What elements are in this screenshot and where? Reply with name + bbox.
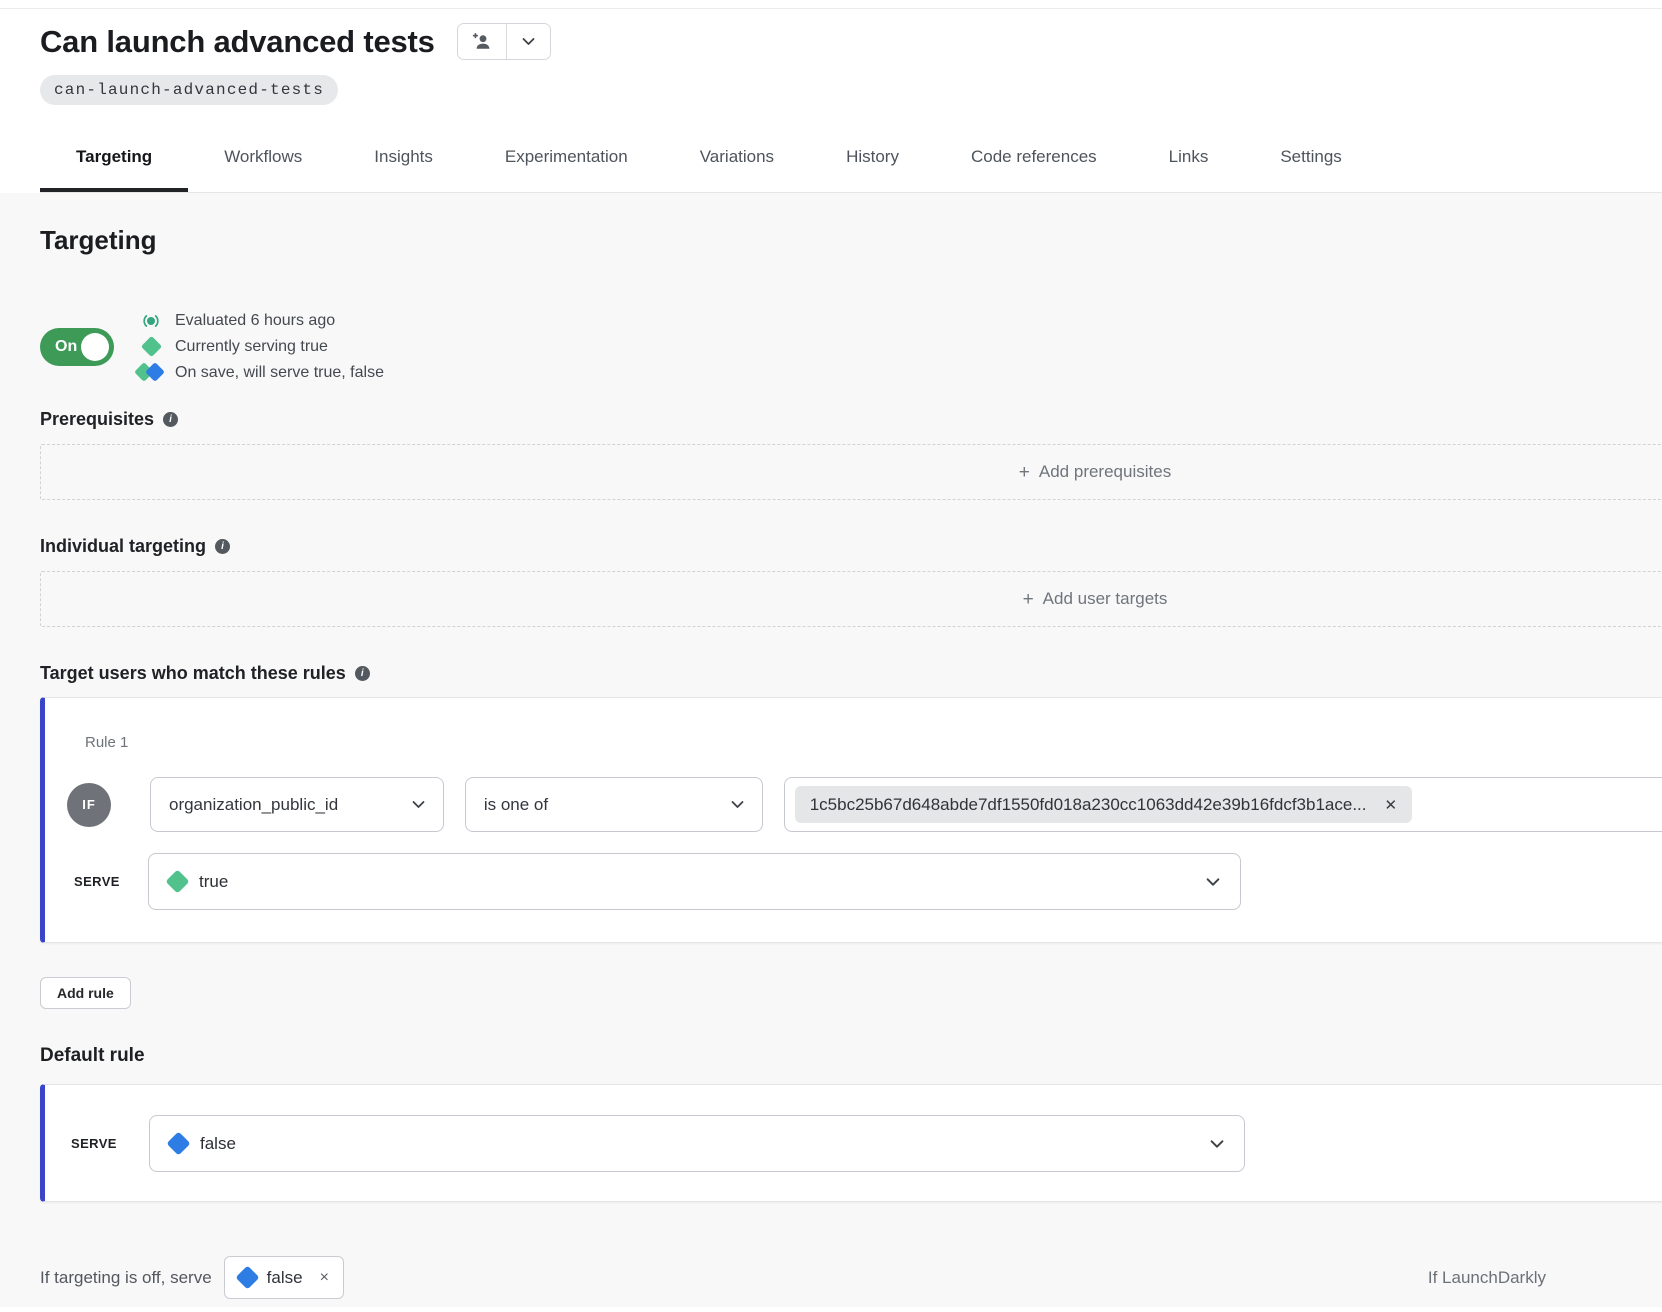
add-member-button[interactable] xyxy=(458,24,506,59)
live-evaluation-icon xyxy=(142,312,160,330)
chevron-down-icon xyxy=(731,800,744,809)
tab-bar: Targeting Workflows Insights Experimenta… xyxy=(40,121,1662,193)
targeting-panel: Targeting On Evaluated 6 hours ago Curre… xyxy=(0,193,1662,1307)
default-rule-card: SERVE false xyxy=(40,1084,1662,1202)
tab-targeting[interactable]: Targeting xyxy=(40,121,188,192)
rule-condition-row: IF organization_public_id is one of 1c5b… xyxy=(67,777,1662,832)
tab-history[interactable]: History xyxy=(810,121,935,192)
if-badge: IF xyxy=(67,783,111,827)
off-variation-select[interactable]: false × xyxy=(224,1256,344,1299)
rule-serve-value: true xyxy=(199,872,228,892)
off-variation-value: false xyxy=(267,1268,303,1288)
default-rule-heading: Default rule xyxy=(40,1045,1662,1067)
add-user-targets-area[interactable]: + Add user targets xyxy=(40,571,1662,627)
default-serve-row: SERVE false xyxy=(67,1115,1662,1172)
tab-code-references[interactable]: Code references xyxy=(935,121,1133,192)
top-divider xyxy=(0,0,1662,9)
serve-label: SERVE xyxy=(71,1136,125,1151)
variation-false-icon xyxy=(235,1265,259,1289)
toggle-state-label: On xyxy=(55,338,77,356)
tab-experimentation[interactable]: Experimentation xyxy=(469,121,664,192)
default-serve-select[interactable]: false xyxy=(149,1115,1245,1172)
launchdarkly-fallback-label: If LaunchDarkly xyxy=(1428,1268,1546,1288)
flag-action-buttons xyxy=(457,23,551,60)
plus-icon: + xyxy=(1023,590,1034,609)
value-chip: 1c5bc25b67d648abde7df1550fd018a230cc1063… xyxy=(795,786,1412,823)
variations-pair-icon xyxy=(137,364,165,381)
tab-settings[interactable]: Settings xyxy=(1244,121,1377,192)
status-lines: Evaluated 6 hours ago Currently serving … xyxy=(137,310,384,383)
prerequisites-heading: Prerequisites i xyxy=(40,409,1662,430)
flag-key-badge: can-launch-advanced-tests xyxy=(40,75,338,105)
off-variation-label: If targeting is off, serve xyxy=(40,1268,212,1288)
toggle-knob xyxy=(81,333,109,361)
tab-workflows[interactable]: Workflows xyxy=(188,121,338,192)
targeting-section-title: Targeting xyxy=(40,193,1662,256)
attribute-value: organization_public_id xyxy=(169,795,338,815)
individual-targeting-heading: Individual targeting i xyxy=(40,536,1662,557)
variation-false-icon xyxy=(166,1131,190,1155)
info-icon[interactable]: i xyxy=(355,666,370,681)
person-add-icon xyxy=(471,32,492,52)
tab-links[interactable]: Links xyxy=(1133,121,1245,192)
attribute-select[interactable]: organization_public_id xyxy=(150,777,444,832)
remove-value-icon[interactable]: ✕ xyxy=(1385,796,1398,814)
chevron-down-icon xyxy=(522,37,535,46)
flag-menu-button[interactable] xyxy=(506,24,550,59)
evaluated-text: Evaluated 6 hours ago xyxy=(175,310,335,331)
operator-select[interactable]: is one of xyxy=(465,777,763,832)
chevron-down-icon xyxy=(1206,877,1220,887)
off-variation-row: If targeting is off, serve false × If La… xyxy=(40,1256,1622,1299)
serve-label: SERVE xyxy=(74,874,128,889)
chevron-down-icon xyxy=(1210,1139,1224,1149)
on-save-text: On save, will serve true, false xyxy=(175,362,384,383)
targeting-toggle[interactable]: On xyxy=(40,328,114,366)
operator-value: is one of xyxy=(484,795,548,815)
chevron-down-icon xyxy=(412,800,425,809)
add-user-targets-label: Add user targets xyxy=(1043,589,1168,609)
flag-status-block: On Evaluated 6 hours ago Currently servi… xyxy=(40,310,1662,383)
evaluated-status: Evaluated 6 hours ago xyxy=(137,310,384,331)
add-prerequisites-label: Add prerequisites xyxy=(1039,462,1171,482)
info-icon[interactable]: i xyxy=(163,412,178,427)
on-save-status: On save, will serve true, false xyxy=(137,362,384,383)
rule-serve-row: SERVE true xyxy=(67,853,1662,910)
remove-off-variation-icon[interactable]: × xyxy=(320,1269,329,1287)
page-title: Can launch advanced tests xyxy=(40,24,435,60)
info-icon[interactable]: i xyxy=(215,539,230,554)
value-chip-text: 1c5bc25b67d648abde7df1550fd018a230cc1063… xyxy=(810,795,1367,815)
tab-insights[interactable]: Insights xyxy=(338,121,469,192)
default-serve-value: false xyxy=(200,1134,236,1154)
rule-serve-select[interactable]: true xyxy=(148,853,1241,910)
currently-serving-status: Currently serving true xyxy=(137,336,384,357)
rule-card-1: Rule 1 IF organization_public_id is one … xyxy=(40,697,1662,943)
currently-serving-text: Currently serving true xyxy=(175,336,328,357)
tab-variations[interactable]: Variations xyxy=(664,121,810,192)
add-rule-button[interactable]: Add rule xyxy=(40,977,131,1009)
variation-true-icon xyxy=(165,869,189,893)
plus-icon: + xyxy=(1019,463,1030,482)
rule-name: Rule 1 xyxy=(85,734,1662,751)
variation-true-icon xyxy=(140,336,161,357)
rules-heading: Target users who match these rules i xyxy=(40,663,1662,684)
flag-header: Can launch advanced tests can-launch-adv… xyxy=(0,9,1662,193)
add-prerequisites-area[interactable]: + Add prerequisites xyxy=(40,444,1662,500)
rule-values-input[interactable]: 1c5bc25b67d648abde7df1550fd018a230cc1063… xyxy=(784,777,1662,832)
